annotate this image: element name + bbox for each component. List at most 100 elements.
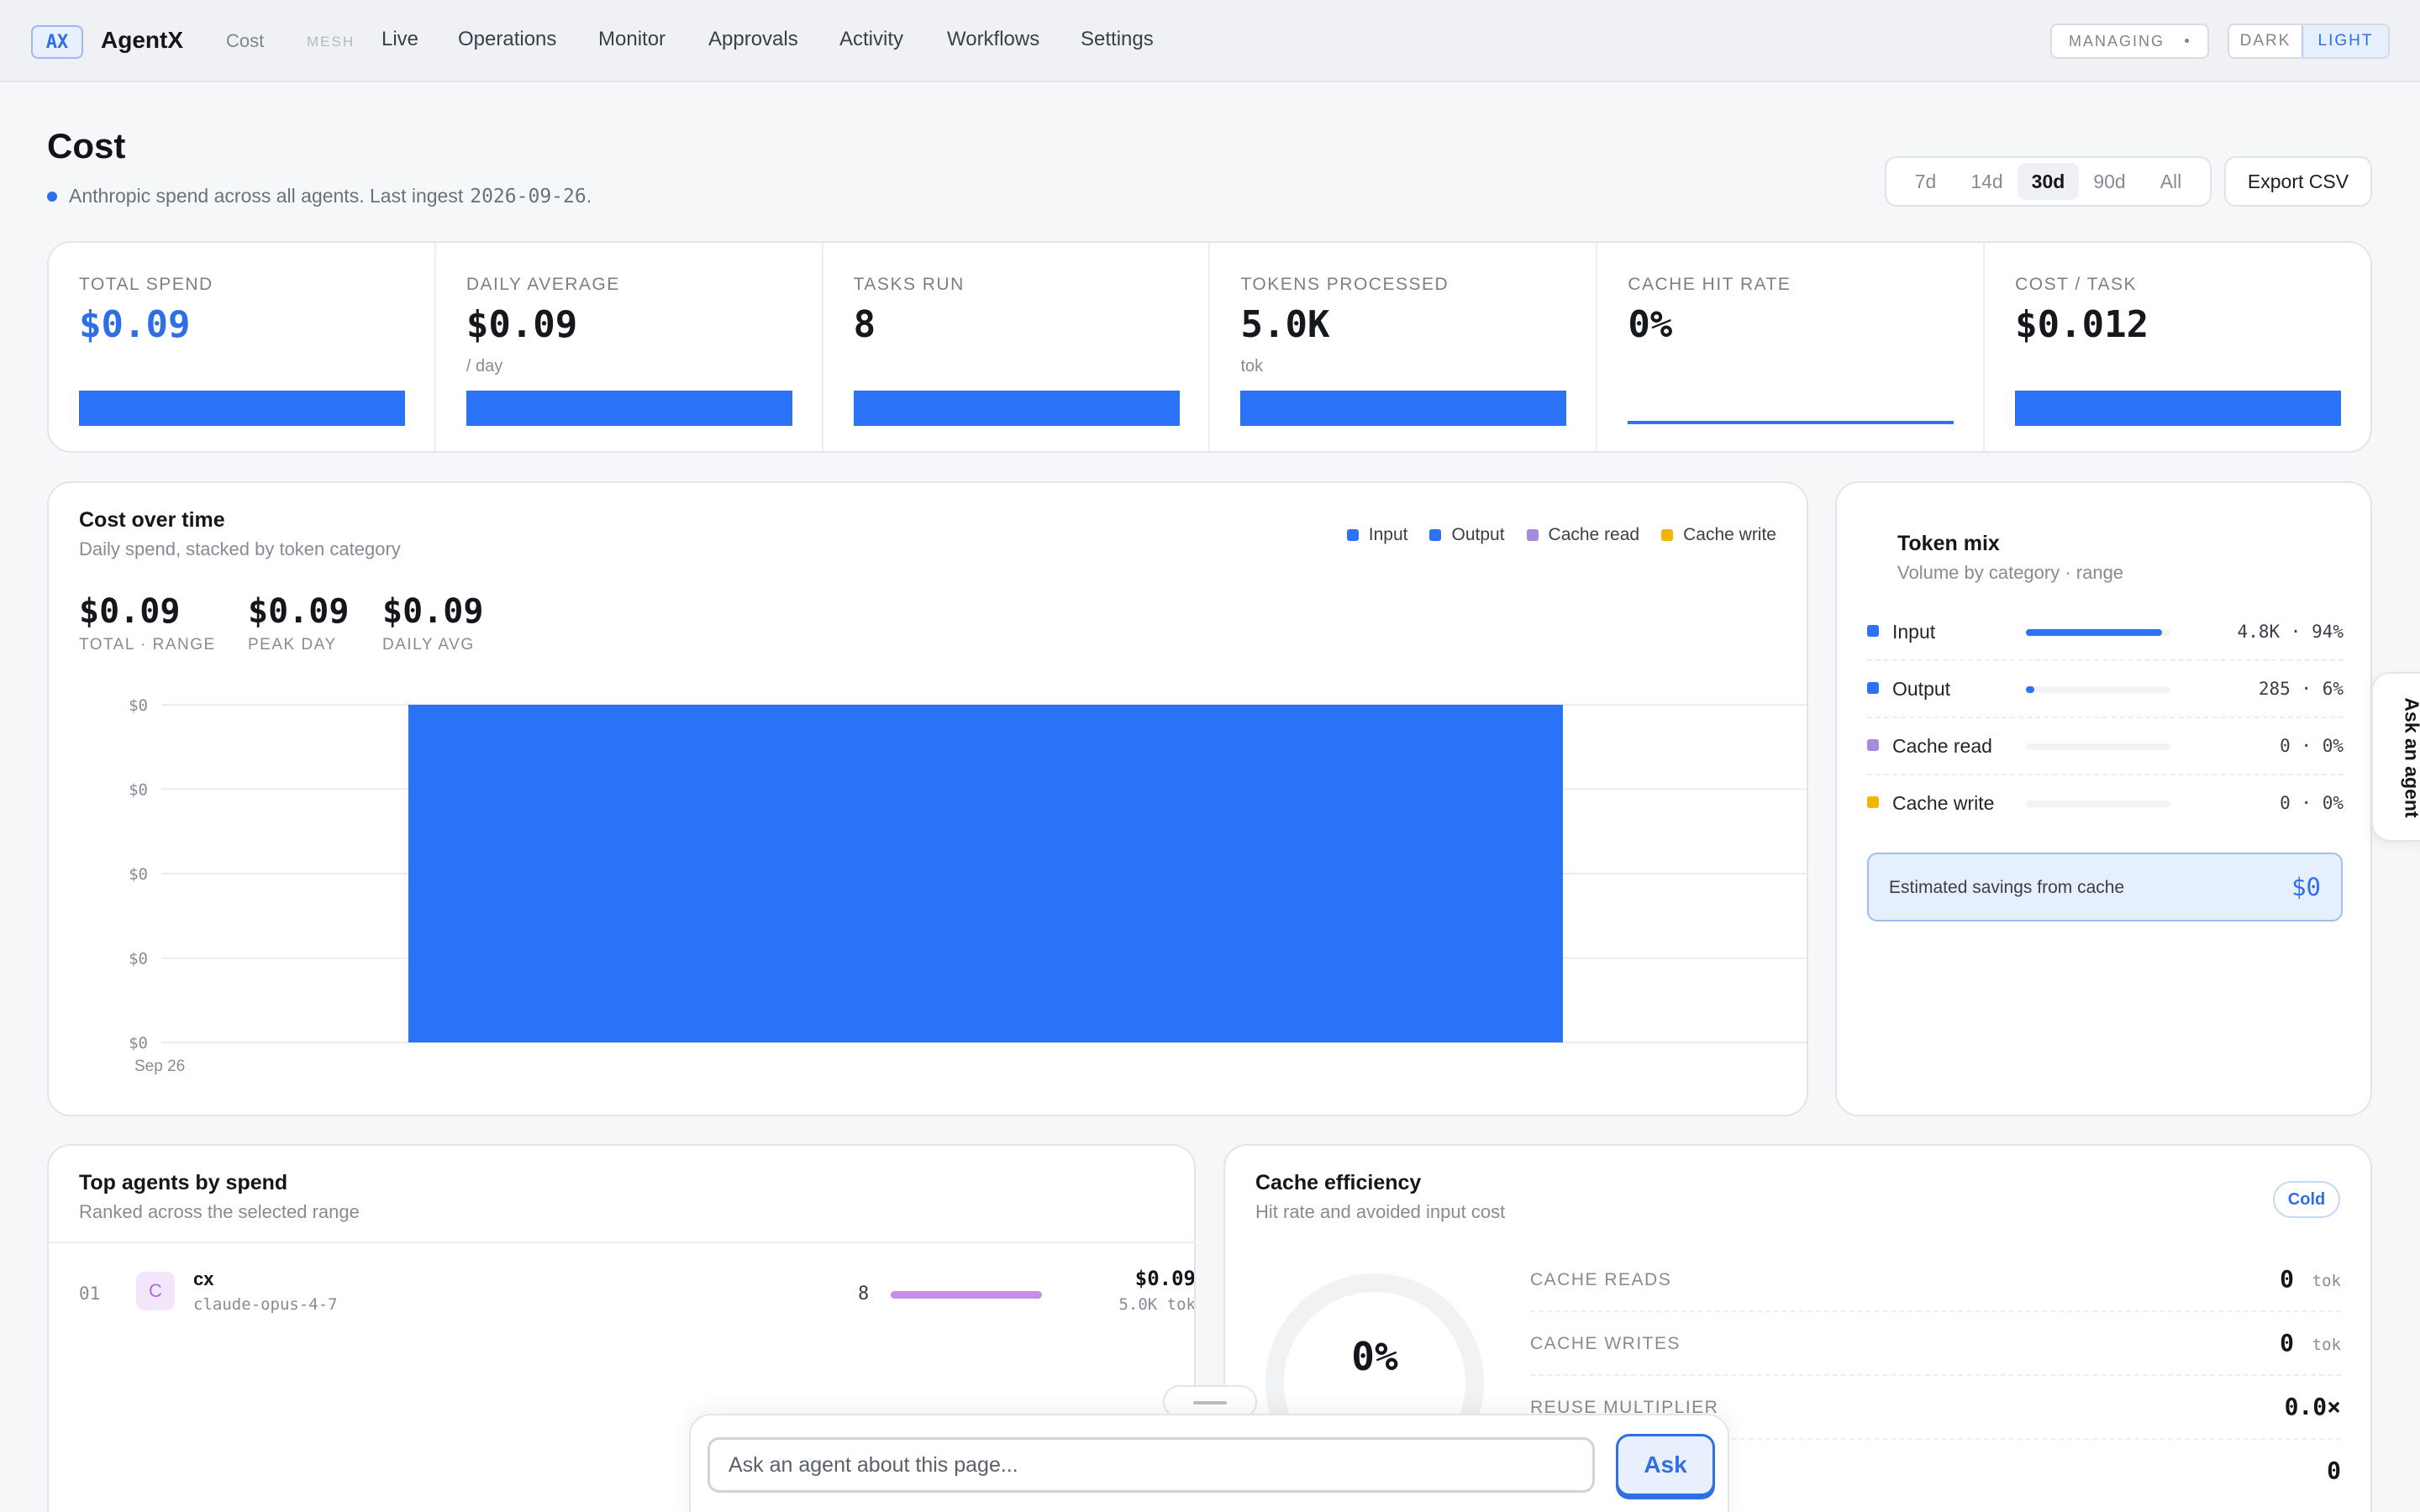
top-nav: AX AgentX Cost MESH Live Operations Moni… — [0, 0, 2420, 82]
kpi-label: DAILY AVERAGE — [466, 275, 620, 294]
theme-light-button[interactable]: LIGHT — [2302, 25, 2388, 57]
mix-count: 285 · 6% — [2258, 679, 2344, 699]
kpi-unit: tok — [1240, 357, 1264, 375]
mix-swatch — [1867, 739, 1879, 751]
mix-track — [2026, 801, 2170, 807]
agent-tokens: 5.0K tok — [1118, 1295, 1196, 1314]
agent-model: claude-opus-4-7 — [193, 1295, 338, 1314]
kpi-bar — [1240, 391, 1567, 426]
mix-track — [2026, 629, 2170, 636]
savings-value: $0 — [2291, 873, 2321, 901]
token-mix-row-input: Input 4.8K · 94% — [1867, 604, 2344, 661]
kpi-total-spend: TOTAL SPEND $0.09 — [49, 243, 436, 451]
kpi-label: TOKENS PROCESSED — [1240, 275, 1449, 294]
mix-fill — [2026, 686, 2035, 693]
mix-name: Input — [1892, 621, 1936, 643]
nav-item-workflows[interactable]: Workflows — [947, 28, 1039, 51]
savings-label: Estimated savings from cache — [1889, 878, 2125, 897]
nav-item-approvals[interactable]: Approvals — [708, 28, 798, 51]
ask-input[interactable] — [708, 1437, 1595, 1493]
theme-dark-button[interactable]: DARK — [2229, 25, 2302, 57]
mix-count: 0 · 0% — [2280, 736, 2344, 756]
panel-title: Token mix — [1897, 532, 2000, 555]
cost-over-time-panel: Cost over time Daily spend, stacked by t… — [47, 481, 1808, 1116]
kpi-tasks-run: TASKS RUN 8 — [823, 243, 1211, 451]
cost-chart: $0 $0 $0 $0 $0 Sep 26 — [129, 696, 1807, 1075]
cache-row-writes: CACHE WRITES 0 tok — [1530, 1312, 2341, 1376]
panel-title: Top agents by spend — [79, 1171, 288, 1194]
panel-title: Cache efficiency — [1255, 1171, 1422, 1194]
mesh-label: MESH — [307, 34, 355, 50]
kpi-strip: TOTAL SPEND $0.09 DAILY AVERAGE $0.09 / … — [47, 241, 2372, 453]
panel-subtitle: Ranked across the selected range — [79, 1201, 360, 1222]
logo-badge[interactable]: AX — [31, 25, 83, 59]
mix-pct: 0% — [2322, 736, 2344, 756]
agent-name: cx — [193, 1268, 214, 1289]
kpi-value: $0.09 — [466, 303, 578, 346]
mix-name: Cache write — [1892, 792, 1995, 814]
token-mix-row-output: Output 285 · 6% — [1867, 661, 2344, 718]
kpi-bar — [79, 391, 405, 426]
range-all[interactable]: All — [2140, 163, 2202, 200]
token-mix-row-cache-write: Cache write 0 · 0% — [1867, 775, 2344, 832]
ask-agent-side-tab[interactable]: Ask an agent — [2371, 672, 2420, 842]
kpi-label: TOTAL SPEND — [79, 275, 213, 294]
nav-item-operations[interactable]: Operations — [458, 28, 556, 51]
agent-tasks: 8 — [858, 1284, 870, 1305]
range-90d[interactable]: 90d — [2079, 163, 2140, 200]
cache-row-label: CACHE WRITES — [1530, 1334, 1681, 1353]
dropdown-caret-icon — [2185, 39, 2189, 43]
range-14d[interactable]: 14d — [1956, 163, 2018, 200]
kpi-cache-hit-rate: CACHE HIT RATE 0% — [1597, 243, 1986, 451]
range-30d[interactable]: 30d — [2018, 163, 2079, 200]
agent-spend-bar — [891, 1291, 1042, 1299]
mix-pct: 94% — [2312, 622, 2344, 642]
mix-count-value: 285 — [2258, 679, 2291, 699]
token-mix-panel: Token mix Volume by category · range Inp… — [1835, 481, 2372, 1116]
nav-item-settings[interactable]: Settings — [1081, 28, 1154, 51]
subtitle-text: Anthropic spend across all agents. Last … — [69, 185, 464, 207]
range-selector: 7d 14d 30d 90d All — [1885, 156, 2212, 207]
mix-swatch — [1867, 625, 1879, 637]
cache-row-value: 0.0× — [2284, 1393, 2341, 1420]
cache-row-unit: tok — [2312, 1336, 2341, 1354]
managing-dropdown[interactable]: MANAGING — [2050, 24, 2209, 59]
export-csv-button[interactable]: Export CSV — [2224, 156, 2372, 207]
nav-item-activity[interactable]: Activity — [839, 28, 903, 51]
mix-track — [2026, 743, 2170, 750]
cache-row-value: 0 — [2280, 1265, 2294, 1293]
chart-bar-input[interactable] — [408, 705, 1563, 1042]
kpi-tokens-processed: TOKENS PROCESSED 5.0K tok — [1210, 243, 1598, 451]
mix-pct: 0% — [2322, 793, 2344, 813]
nav-item-live[interactable]: Live — [381, 28, 418, 51]
mix-count: 4.8K · 94% — [2237, 622, 2344, 642]
x-tick-label: Sep 26 — [134, 1058, 185, 1075]
hit-rate-value: 0% — [1351, 1334, 1398, 1379]
kpi-value: 8 — [853, 303, 876, 346]
agent-cost: $0.09 — [1134, 1267, 1196, 1290]
y-tick-label: $0 — [129, 950, 148, 969]
kpi-daily-average: DAILY AVERAGE $0.09 / day — [436, 243, 823, 451]
mix-pct: 6% — [2322, 679, 2344, 699]
cache-status-badge: Cold — [2273, 1181, 2340, 1218]
divider — [49, 1242, 1194, 1243]
nav-item-monitor[interactable]: Monitor — [598, 28, 666, 51]
mix-swatch — [1867, 682, 1879, 694]
y-tick-label: $0 — [129, 781, 148, 800]
kpi-unit: / day — [466, 357, 503, 375]
brand-name[interactable]: AgentX — [101, 27, 183, 54]
token-mix-row-cache-read: Cache read 0 · 0% — [1867, 718, 2344, 775]
cache-row-value: 0 — [2280, 1329, 2294, 1357]
agent-row[interactable]: 01 C cx claude-opus-4-7 8 $0.09 5.0K tok — [79, 1263, 1196, 1331]
kpi-value: 5.0K — [1240, 303, 1330, 346]
kpi-cost-per-task: COST / TASK $0.012 — [1985, 243, 2370, 451]
mix-name: Output — [1892, 678, 1951, 700]
ask-button[interactable]: Ask — [1616, 1434, 1715, 1496]
kpi-bar — [1628, 421, 1954, 424]
cache-row-value: 0 — [2327, 1457, 2341, 1484]
mix-count-value: 0 — [2280, 793, 2291, 813]
kpi-value: 0% — [1628, 303, 1673, 346]
panel-subtitle: Volume by category · range — [1897, 562, 2124, 583]
managing-label: MANAGING — [2069, 32, 2165, 50]
range-7d[interactable]: 7d — [1895, 163, 1956, 200]
